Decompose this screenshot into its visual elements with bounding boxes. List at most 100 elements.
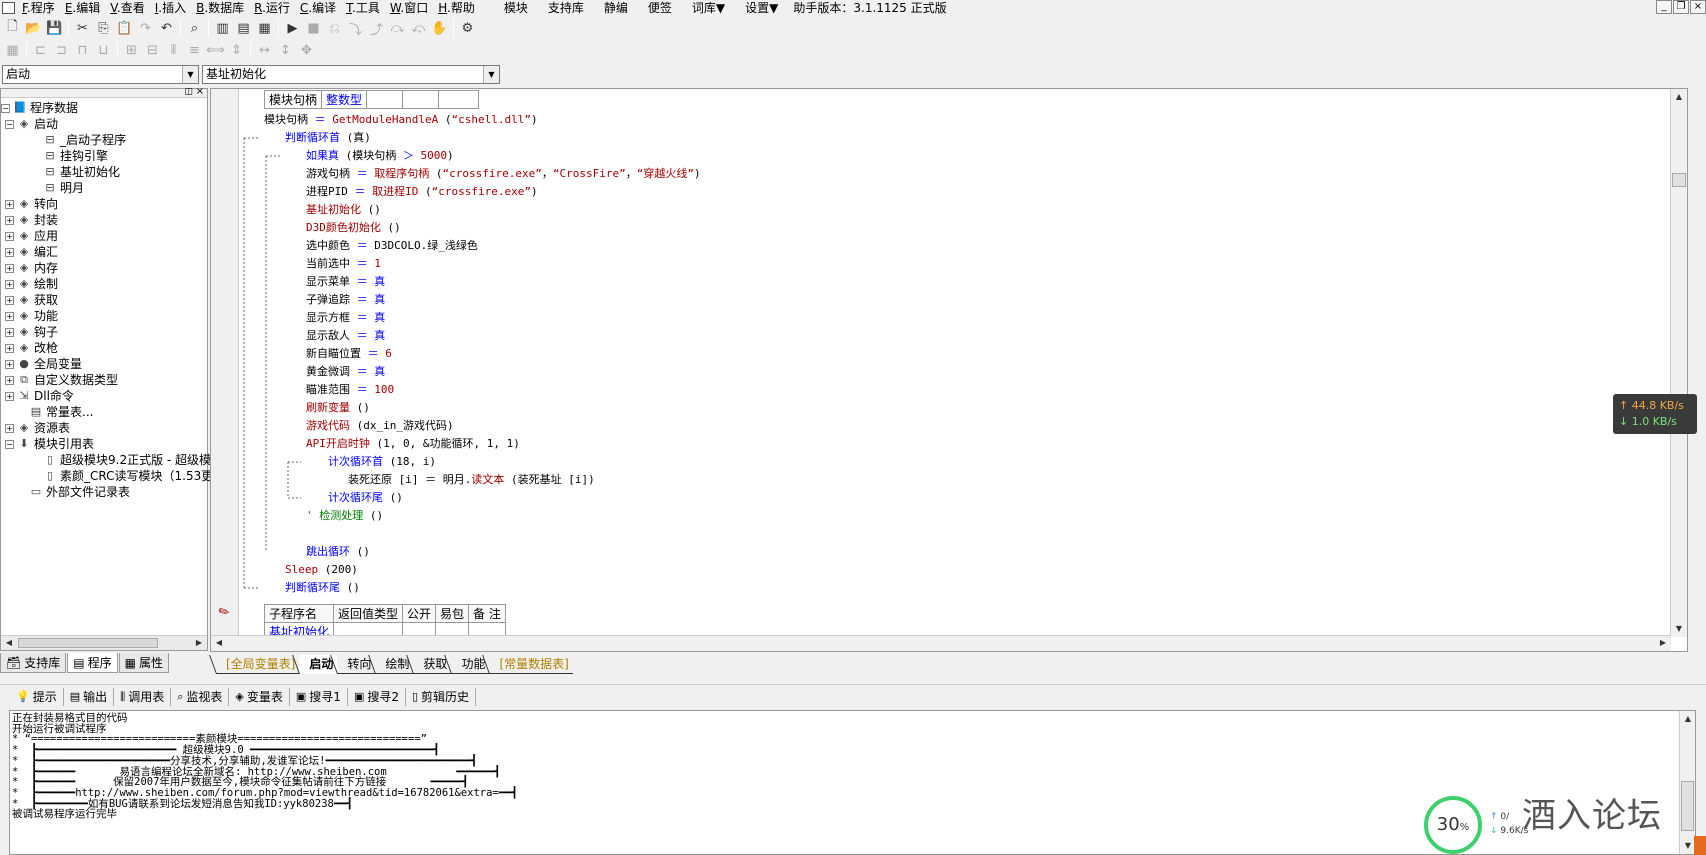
menu-item-b[interactable]: B.数据库 [191, 1, 249, 15]
code-line[interactable]: 模块句柄 ＝ GetModuleHandleA (“cshell.dll”) [264, 111, 538, 129]
tree-item-custom-types[interactable]: + ⧉ 自定义数据类型 [1, 372, 207, 388]
program-select[interactable]: 启动 ▼ [2, 65, 199, 84]
tree-item-group[interactable]: + ◈ 功能 [1, 308, 207, 324]
space-v2-icon[interactable]: ⇕ [226, 40, 247, 60]
menu-extra-item[interactable]: 词库▼ [682, 1, 735, 15]
scroll-left-icon[interactable]: ◀ [211, 635, 227, 651]
code-line[interactable]: 如果真 (模块句柄 ＞ 5000) [306, 147, 454, 165]
editor-vscrollbar[interactable]: ▲ ▼ [1670, 89, 1687, 637]
code-line[interactable]: 当前选中 ＝ 1 [306, 255, 381, 273]
align-right-icon[interactable]: ⊐ [51, 40, 72, 60]
copy-icon[interactable]: ⎘ [93, 18, 114, 38]
cut-icon[interactable]: ✂ [72, 18, 93, 38]
expand-toggle-icon[interactable]: + [5, 231, 14, 241]
scroll-up-icon[interactable]: ▲ [1680, 711, 1696, 727]
code-line[interactable]: 黄金微调 ＝ 真 [306, 363, 385, 381]
expand-toggle-icon[interactable]: + [5, 311, 14, 321]
expand-toggle-icon[interactable]: + [5, 423, 14, 433]
chevron-down-icon[interactable]: ▼ [483, 66, 499, 83]
code-line[interactable]: API开启时钟 (1, 0, &功能循环, 1, 1) [306, 435, 520, 453]
layout-2-icon[interactable]: ▤ [233, 18, 254, 38]
code-line[interactable]: D3D颜色初始化 () [306, 219, 401, 237]
tree-item-global-vars[interactable]: + ● 全局变量 [1, 356, 207, 372]
code-line[interactable]: 瞄准范围 ＝ 100 [306, 381, 394, 399]
output-tab[interactable]: ⌕ 监视表 [171, 687, 230, 706]
scroll-right-icon[interactable]: ▶ [191, 635, 207, 651]
expand-toggle-icon[interactable]: + [5, 359, 14, 369]
tree-item-module-ref[interactable]: ▯ 素颜_CRC读写模块（1.53更新 [1, 468, 225, 484]
same-height-icon[interactable]: ↕ [275, 40, 296, 60]
tree-item-modules[interactable]: − ⬇ 模块引用表 [1, 436, 207, 452]
expand-toggle-icon[interactable]: + [5, 375, 14, 385]
center-h-icon[interactable]: ⊞ [121, 40, 142, 60]
left-tab-2[interactable]: ▤ 程序 [67, 653, 118, 673]
save-icon[interactable]: 💾 [44, 18, 65, 38]
menu-extra-item[interactable]: 支持库 [538, 1, 594, 15]
editor-tab[interactable]: [常量数据表] [489, 655, 573, 674]
tree-item-start[interactable]: − ◈ 启动 [1, 116, 207, 132]
undo-icon[interactable]: ↶ [156, 18, 177, 38]
code-line[interactable]: 判断循环尾 () [285, 579, 360, 597]
output-tab[interactable]: ▣ 搜寻2 [348, 687, 406, 706]
expand-toggle-icon[interactable]: + [5, 247, 14, 257]
step-4-icon[interactable]: ⤼ [387, 18, 408, 38]
menu-item-h[interactable]: H.帮助 [433, 1, 480, 15]
tree-item-dll[interactable]: + ⇲ Dll命令 [1, 388, 207, 404]
scroll-thumb[interactable] [1672, 173, 1686, 187]
step-5-icon[interactable]: ⤽ [408, 18, 429, 38]
center-v-icon[interactable]: ⊟ [142, 40, 163, 60]
align-grid-icon[interactable]: ▦ [2, 40, 23, 60]
align-left-icon[interactable]: ⊏ [30, 40, 51, 60]
chevron-down-icon[interactable]: ▼ [182, 66, 198, 83]
tree-item-root[interactable]: − 📘 程序数据 [1, 100, 207, 116]
step-3-icon[interactable]: ⤴ [366, 18, 387, 38]
menu-extra-item[interactable]: 模块 [494, 1, 538, 15]
menu-item-e[interactable]: E.编辑 [60, 1, 105, 15]
tree-item-group[interactable]: + ◈ 钩子 [1, 324, 207, 340]
output-tab[interactable]: 💡 提示 [10, 687, 64, 706]
expand-toggle-icon[interactable]: − [5, 119, 14, 129]
scroll-thumb[interactable] [18, 638, 158, 648]
tree-hscrollbar[interactable]: ◀ ▶ [1, 635, 207, 650]
tree-item-group[interactable]: + ◈ 获取 [1, 292, 207, 308]
code-line[interactable]: 计次循环尾 () [328, 489, 403, 507]
scroll-down-icon[interactable]: ▼ [1671, 621, 1687, 637]
code-line[interactable]: 判断循环首 (真) [285, 129, 371, 147]
menu-extra-item[interactable]: 便签 [638, 1, 682, 15]
tree-item-constants[interactable]: ▤ 常量表... [1, 404, 207, 420]
space-h2-icon[interactable]: ⟺ [205, 40, 226, 60]
code-line[interactable]: 游戏代码 (dx_in_游戏代码) [306, 417, 454, 435]
output-tab[interactable]: ◈ 变量表 [229, 687, 290, 706]
code-line[interactable]: 子弹追踪 ＝ 真 [306, 291, 385, 309]
menu-item-c[interactable]: C.编译 [295, 1, 341, 15]
expand-toggle-icon[interactable]: − [5, 439, 14, 449]
tree-item-group[interactable]: + ◈ 改枪 [1, 340, 207, 356]
expand-toggle-icon[interactable]: − [1, 103, 10, 113]
code-editor[interactable]: ✎ 模块句柄 整数型 模块句柄 ＝ GetModuleHandleA (“csh… [210, 88, 1688, 652]
expand-toggle-icon[interactable]: + [5, 215, 14, 225]
expand-toggle-icon[interactable]: + [5, 391, 14, 401]
menu-item-r[interactable]: R.运行 [249, 1, 295, 15]
code-line[interactable]: 计次循环首 (18, i) [328, 453, 436, 471]
tree-item-group[interactable]: + ◈ 内存 [1, 260, 207, 276]
tree-item-group[interactable]: + ◈ 编汇 [1, 244, 207, 260]
new-file-icon[interactable]: 🗋 [2, 18, 23, 38]
menu-item-f[interactable]: F.程序 [17, 1, 60, 15]
step-2-icon[interactable]: ⤵ [345, 18, 366, 38]
pin-icon[interactable]: ◫ [184, 87, 193, 97]
code-line[interactable]: 进程PID ＝ 取进程ID (“crossfire.exe”) [306, 183, 538, 201]
menu-item-t[interactable]: T.工具 [341, 1, 385, 15]
editor-tab[interactable]: [全局变量表] [216, 655, 300, 674]
code-line[interactable]: 显示方框 ＝ 真 [306, 309, 385, 327]
tree-item-group[interactable]: + ◈ 封装 [1, 212, 207, 228]
menu-item-v[interactable]: V.查看 [105, 1, 150, 15]
code-line[interactable]: Sleep (200) [285, 561, 358, 579]
menu-extra-item[interactable]: 设置▼ [735, 1, 788, 15]
layout-3-icon[interactable]: ▦ [254, 18, 275, 38]
speed-ball[interactable]: 30% [1424, 796, 1482, 854]
output-tab[interactable]: ▯ 剪辑历史 [406, 687, 477, 706]
tree-item-subroutine[interactable]: ⊟ 挂钩引擎 [1, 148, 207, 164]
code-line[interactable]: 装死还原 [i] ＝ 明月.读文本 (装死基址 [i]) [348, 471, 595, 489]
code-line[interactable]: 显示菜单 ＝ 真 [306, 273, 385, 291]
tree-item-group[interactable]: + ◈ 应用 [1, 228, 207, 244]
